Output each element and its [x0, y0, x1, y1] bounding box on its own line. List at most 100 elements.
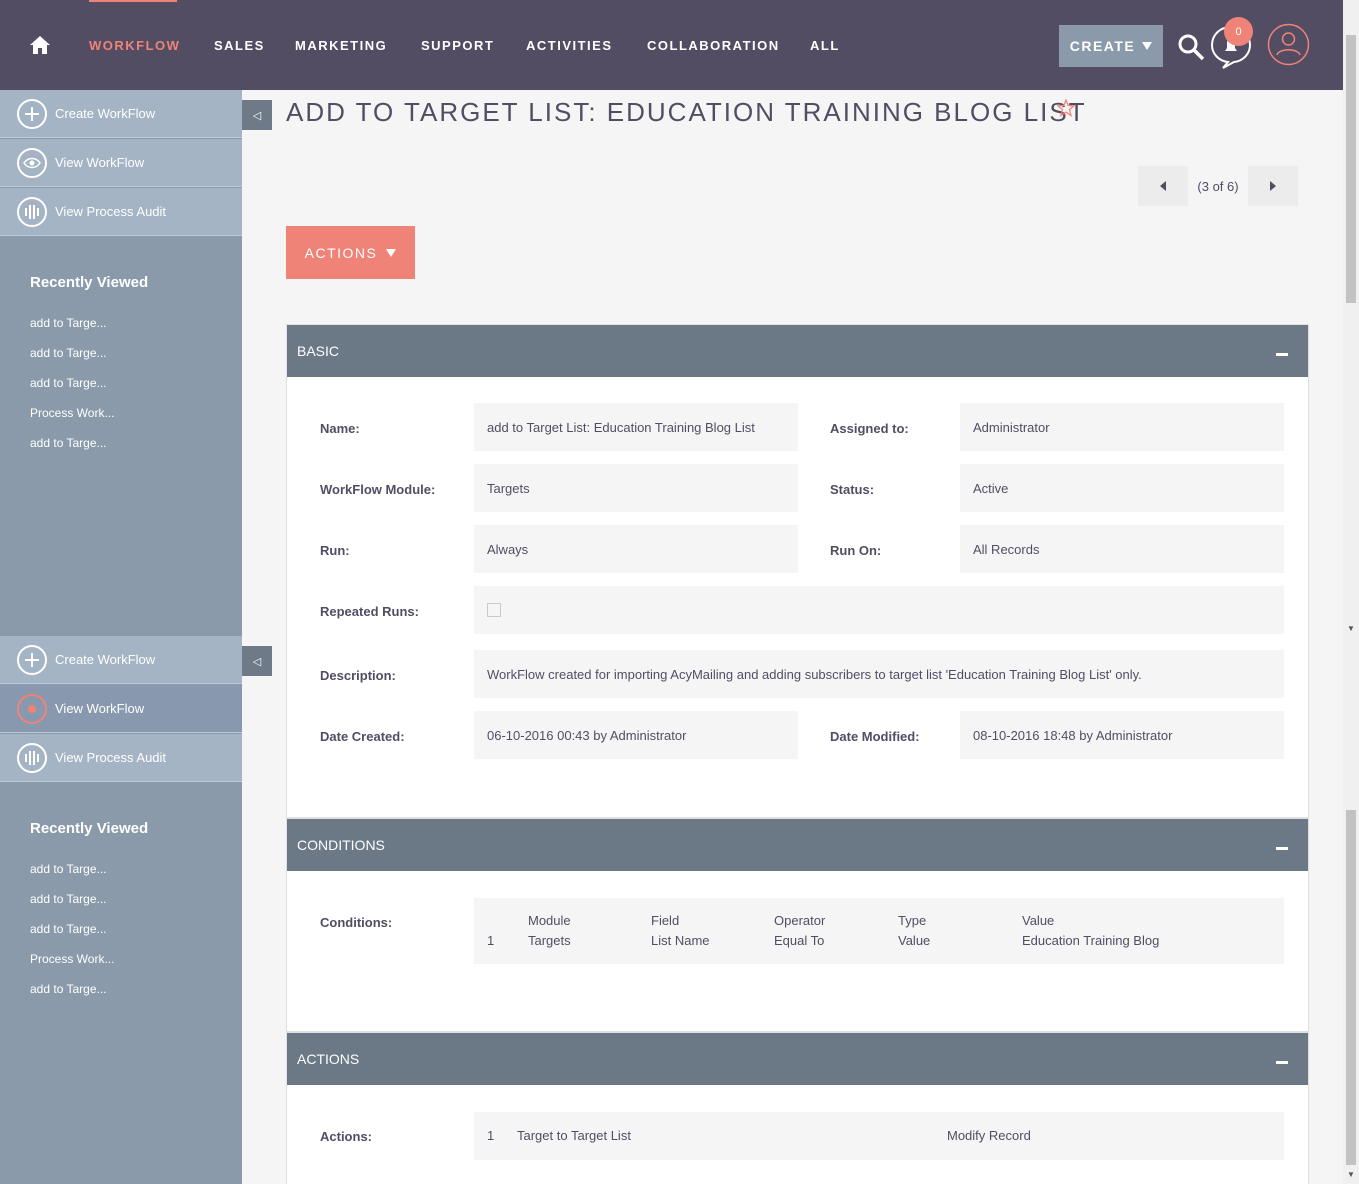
create-button-label: CREATE — [1069, 38, 1136, 54]
action-row-number: 1 — [487, 1128, 495, 1143]
actions-table-row: 1 Target to Target List Modify Record — [474, 1112, 1284, 1160]
sidebar-collapse-button[interactable]: ◁ — [242, 646, 272, 676]
description-label: Description: — [320, 668, 396, 683]
name-value: add to Target List: Education Training B… — [474, 403, 798, 451]
nav-collaboration[interactable]: COLLABORATION — [647, 38, 780, 53]
sidebar-view-workflow[interactable]: View WorkFlow — [0, 685, 242, 733]
sidebar-action-label: View Process Audit — [55, 204, 167, 219]
create-button[interactable]: CREATE — [1059, 25, 1163, 67]
scroll-down-arrow-icon[interactable]: ▼ — [1347, 624, 1355, 633]
date-created-label: Date Created: — [320, 729, 405, 744]
user-avatar-icon[interactable] — [1267, 23, 1310, 66]
sidebar: Create WorkFlow View WorkFlow View Proce… — [0, 636, 242, 1184]
top-navbar: WORKFLOW SALES MARKETING SUPPORT ACTIVIT… — [0, 0, 1343, 90]
recent-item[interactable]: add to Targe... — [30, 376, 107, 390]
page-scrollbar[interactable]: ▼ ▼ — [1343, 0, 1359, 1184]
recent-item[interactable]: Process Work... — [30, 406, 114, 420]
panel-title: CONDITIONS — [297, 837, 385, 853]
action-type: Modify Record — [947, 1128, 1031, 1143]
conditions-table: Module Field Operator Type Value 1 Targe… — [474, 898, 1284, 964]
caret-down-icon — [1142, 42, 1153, 50]
basic-panel: BASIC Name: add to Target List: Educatio… — [286, 324, 1309, 818]
sidebar-action-label: View WorkFlow — [55, 155, 145, 170]
conditions-panel: CONDITIONS Conditions: Module Field Oper… — [286, 818, 1309, 1032]
collapse-minus-icon[interactable] — [1276, 1061, 1288, 1064]
nav-marketing[interactable]: MARKETING — [295, 38, 387, 53]
date-modified-value: 08-10-2016 18:48 by Administrator — [960, 711, 1284, 759]
condition-row-number: 1 — [487, 933, 495, 948]
notification-count-badge: 0 — [1224, 17, 1253, 46]
conditions-panel-header[interactable]: CONDITIONS — [287, 819, 1308, 871]
repeated-runs-checkbox[interactable] — [487, 603, 501, 617]
recent-item[interactable]: add to Targe... — [30, 922, 107, 936]
condition-field: List Name — [651, 933, 710, 948]
description-value: WorkFlow created for importing AcyMailin… — [474, 650, 1284, 698]
action-name: Target to Target List — [517, 1128, 631, 1143]
module-value: Targets — [474, 464, 798, 512]
actions-label: Actions: — [320, 1129, 372, 1144]
recent-item[interactable]: add to Targe... — [30, 316, 107, 330]
recent-item[interactable]: add to Targe... — [30, 892, 107, 906]
repeated-runs-label: Repeated Runs: — [320, 604, 419, 619]
sidebar-action-label: View WorkFlow — [55, 701, 145, 716]
nav-sales[interactable]: SALES — [214, 38, 265, 53]
actions-panel: ACTIONS Actions: 1 Target to Target List… — [286, 1032, 1309, 1184]
audio-bars-icon — [17, 196, 47, 227]
nav-activities[interactable]: ACTIVITIES — [526, 38, 613, 53]
sidebar-view-process-audit[interactable]: View Process Audit — [0, 734, 242, 782]
recent-item[interactable]: Process Work... — [30, 952, 114, 966]
collapse-minus-icon[interactable] — [1276, 847, 1288, 850]
recent-item[interactable]: add to Targe... — [30, 982, 107, 996]
column-header-type: Type — [898, 913, 927, 928]
home-icon[interactable] — [28, 33, 52, 57]
recently-viewed-title: Recently Viewed — [30, 274, 149, 291]
panel-title: ACTIONS — [297, 1051, 360, 1067]
search-icon[interactable] — [1177, 33, 1205, 61]
date-created-value: 06-10-2016 00:43 by Administrator — [474, 711, 798, 759]
sidebar-action-label: Create WorkFlow — [55, 106, 156, 121]
recent-item[interactable]: add to Targe... — [30, 862, 107, 876]
sidebar-create-workflow[interactable]: Create WorkFlow — [0, 636, 242, 684]
recent-item[interactable]: add to Targe... — [30, 346, 107, 360]
next-record-button[interactable] — [1248, 166, 1298, 206]
status-value: Active — [960, 464, 1284, 512]
name-label: Name: — [320, 421, 360, 436]
previous-record-button[interactable] — [1138, 166, 1188, 206]
plus-circle-icon — [17, 98, 47, 129]
page-title: ADD TO TARGET LIST: EDUCATION TRAINING B… — [286, 97, 1087, 127]
collapse-minus-icon[interactable] — [1276, 353, 1288, 356]
scrollbar-thumb-lower[interactable] — [1346, 810, 1356, 1165]
condition-value: Education Training Blog — [1022, 933, 1160, 948]
sidebar: Create WorkFlow View WorkFlow View Proce… — [0, 90, 242, 636]
nav-support[interactable]: SUPPORT — [421, 38, 494, 53]
sidebar-create-workflow[interactable]: Create WorkFlow — [0, 90, 242, 138]
scrollbar-thumb[interactable] — [1346, 35, 1356, 303]
recent-item[interactable]: add to Targe... — [30, 436, 107, 450]
assigned-label: Assigned to: — [830, 421, 909, 436]
actions-dropdown-button[interactable]: ACTIONS — [286, 226, 415, 279]
status-label: Status: — [830, 482, 875, 497]
sidebar-action-label: Create WorkFlow — [55, 652, 156, 667]
basic-panel-header[interactable]: BASIC — [287, 325, 1308, 377]
repeated-runs-field — [474, 586, 1284, 634]
sidebar-view-process-audit[interactable]: View Process Audit — [0, 188, 242, 236]
run-value: Always — [474, 525, 798, 573]
nav-workflow[interactable]: WORKFLOW — [89, 38, 180, 53]
sidebar-action-label: View Process Audit — [55, 750, 167, 765]
sidebar-collapse-button[interactable]: ◁ — [242, 100, 272, 130]
eye-icon — [17, 693, 47, 724]
scroll-down-arrow-icon[interactable]: ▼ — [1347, 1170, 1355, 1179]
actions-panel-header[interactable]: ACTIONS — [287, 1033, 1308, 1085]
run-label: Run: — [320, 543, 350, 558]
module-label: WorkFlow Module: — [320, 482, 436, 497]
caret-down-icon — [386, 248, 397, 257]
record-pager: (3 of 6) — [1138, 166, 1298, 206]
favorite-star-icon[interactable] — [1057, 99, 1075, 117]
column-header-value: Value — [1022, 913, 1055, 928]
date-modified-label: Date Modified: — [830, 729, 920, 744]
eye-icon — [17, 147, 47, 178]
sidebar-view-workflow[interactable]: View WorkFlow — [0, 139, 242, 187]
nav-all[interactable]: ALL — [810, 38, 840, 53]
condition-module: Targets — [528, 933, 571, 948]
plus-circle-icon — [17, 644, 47, 675]
